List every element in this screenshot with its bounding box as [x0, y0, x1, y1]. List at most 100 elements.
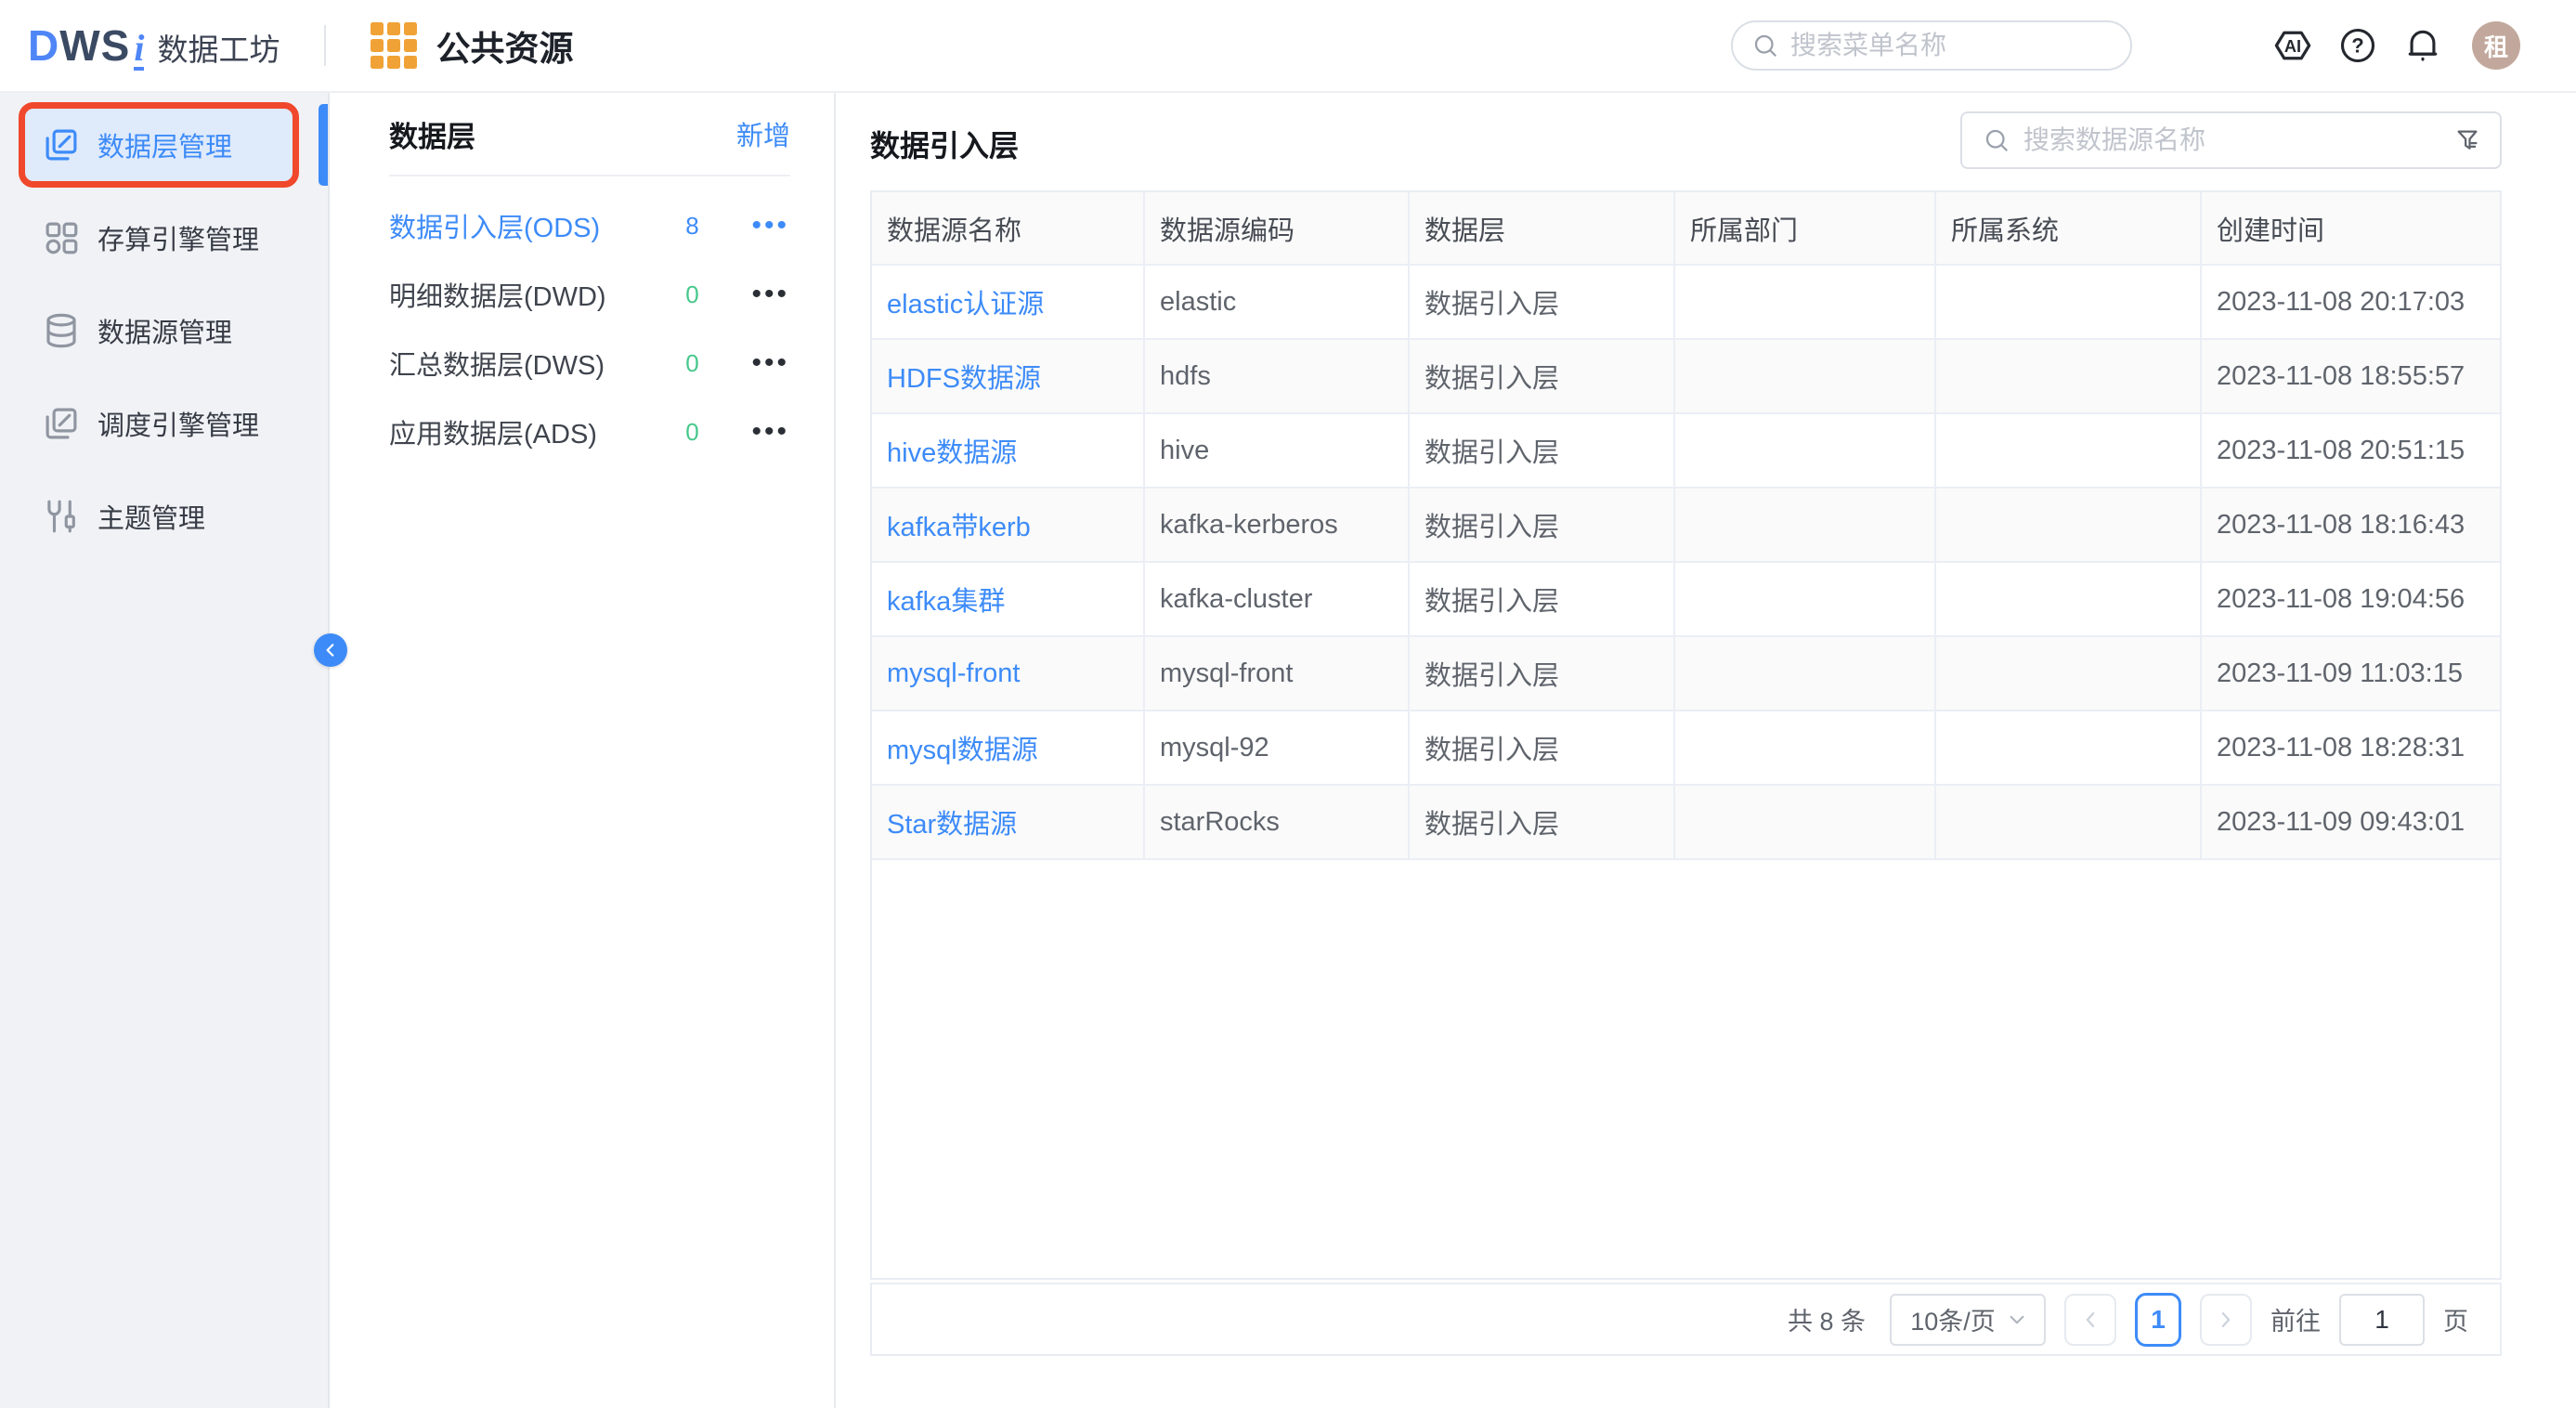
layer-item-dwd[interactable]: 明细数据层(DWD) 0 ••• — [330, 260, 834, 329]
datasource-search-input[interactable] — [2023, 125, 2453, 155]
scheduler-icon — [42, 404, 81, 443]
top-navbar: DWS i 数据工坊 公共资源 AI — [0, 0, 2576, 93]
layer-more-icon[interactable]: ••• — [751, 280, 789, 308]
datasource-name-link[interactable]: elastic认证源 — [872, 265, 1144, 339]
table-row: mysql数据源 mysql-92 数据引入层 2023-11-08 18:28… — [872, 711, 2502, 785]
filter-funnel-icon[interactable] — [2453, 126, 2481, 154]
datasource-created: 2023-11-09 11:03:15 — [2201, 636, 2502, 711]
datasource-name-link[interactable]: kafka集群 — [872, 562, 1144, 636]
datasource-name-link[interactable]: HDFS数据源 — [872, 339, 1144, 413]
sidebar-item-datasource-mgmt[interactable]: 数据源管理 — [0, 284, 328, 377]
table-header-row: 数据源名称 数据源编码 数据层 所属部门 所属系统 创建时间 — [872, 192, 2502, 265]
datasource-layer: 数据引入层 — [1409, 636, 1674, 711]
datasource-name-link[interactable]: mysql-front — [872, 636, 1144, 711]
navbar-actions: AI ? 租 — [2271, 21, 2520, 70]
table-row: HDFS数据源 hdfs 数据引入层 2023-11-08 18:55:57 — [872, 339, 2502, 413]
datasource-dept — [1674, 785, 1935, 859]
menu-search-input[interactable] — [1790, 31, 2112, 60]
datasource-dept — [1674, 711, 1935, 785]
page-title: 数据引入层 — [870, 123, 1019, 165]
datasource-created: 2023-11-08 18:28:31 — [2201, 711, 2502, 785]
column-header-dept: 所属部门 — [1674, 192, 1935, 265]
prev-page-button[interactable] — [2064, 1294, 2116, 1346]
layer-item-ads[interactable]: 应用数据层(ADS) 0 ••• — [330, 398, 834, 466]
datasource-system — [1935, 785, 2201, 859]
datasource-table: 数据源名称 数据源编码 数据层 所属部门 所属系统 创建时间 elastic认证… — [872, 192, 2502, 860]
datasource-code: kafka-cluster — [1144, 562, 1409, 636]
layer-count-badge: 0 — [671, 280, 712, 309]
notification-bell-icon[interactable] — [2401, 24, 2444, 67]
layer-count-badge: 0 — [671, 349, 712, 378]
datasource-table-container: 数据源名称 数据源编码 数据层 所属部门 所属系统 创建时间 elastic认证… — [870, 190, 2502, 1280]
page-size-select[interactable]: 10条/页 — [1890, 1294, 2046, 1346]
search-icon — [1983, 126, 2010, 154]
datasource-created: 2023-11-08 19:04:56 — [2201, 562, 2502, 636]
datasource-code: hive — [1144, 413, 1409, 488]
datasource-layer: 数据引入层 — [1409, 488, 1674, 562]
datasource-name-link[interactable]: Star数据源 — [872, 785, 1144, 859]
main-layout: 数据层管理 存算引擎管理 — [0, 93, 2576, 1408]
page-unit-label: 页 — [2443, 1301, 2468, 1337]
add-layer-button[interactable]: 新增 — [736, 114, 790, 153]
tools-icon — [42, 497, 81, 536]
page: DWS i 数据工坊 公共资源 AI — [0, 0, 2576, 1408]
datasource-system — [1935, 339, 2201, 413]
datasource-dept — [1674, 339, 1935, 413]
table-row: mysql-front mysql-front 数据引入层 2023-11-09… — [872, 636, 2502, 711]
layer-item-ods[interactable]: 数据引入层(ODS) 8 ••• — [330, 191, 834, 260]
active-indicator-bar — [319, 104, 328, 186]
goto-page-input[interactable] — [2339, 1294, 2425, 1346]
datasource-name-link[interactable]: hive数据源 — [872, 413, 1144, 488]
ai-assistant-icon[interactable]: AI — [2271, 24, 2314, 67]
layers-panel: 数据层 新增 数据引入层(ODS) 8 ••• 明细数据层(DWD) 0 •••… — [330, 93, 836, 1408]
datasource-layer: 数据引入层 — [1409, 339, 1674, 413]
layers-list: 数据引入层(ODS) 8 ••• 明细数据层(DWD) 0 ••• 汇总数据层(… — [330, 176, 834, 466]
datasource-dept — [1674, 265, 1935, 339]
datasource-search-box[interactable] — [1960, 111, 2502, 169]
logo-text: DWS — [28, 20, 130, 71]
datasource-created: 2023-11-08 20:17:03 — [2201, 265, 2502, 339]
help-icon[interactable]: ? — [2336, 24, 2379, 67]
datasource-system — [1935, 413, 2201, 488]
layers-panel-title: 数据层 — [389, 113, 736, 155]
datasource-dept — [1674, 562, 1935, 636]
svg-text:?: ? — [2351, 34, 2363, 58]
sidebar-item-theme-mgmt[interactable]: 主题管理 — [0, 470, 328, 563]
sidebar-collapse-button[interactable] — [314, 633, 347, 667]
page-number-1[interactable]: 1 — [2135, 1293, 2181, 1347]
datasource-system — [1935, 488, 2201, 562]
menu-search-box[interactable] — [1731, 20, 2132, 71]
layer-label: 明细数据层(DWD) — [389, 275, 671, 314]
brand-logo[interactable]: DWS i 数据工坊 — [28, 20, 280, 71]
datasource-name-link[interactable]: kafka带kerb — [872, 488, 1144, 562]
sidebar-item-data-layer-mgmt[interactable]: 数据层管理 — [0, 98, 328, 191]
table-row: kafka带kerb kafka-kerberos 数据引入层 2023-11-… — [872, 488, 2502, 562]
active-menu-pill[interactable]: 数据层管理 — [20, 104, 297, 186]
sidebar-item-label: 调度引擎管理 — [98, 404, 259, 443]
sidebar-item-scheduler-engine-mgmt[interactable]: 调度引擎管理 — [0, 377, 328, 470]
datasource-dept — [1674, 488, 1935, 562]
datasource-code: hdfs — [1144, 339, 1409, 413]
next-page-button[interactable] — [2200, 1294, 2252, 1346]
column-header-code: 数据源编码 — [1144, 192, 1409, 265]
layer-item-dws[interactable]: 汇总数据层(DWS) 0 ••• — [330, 329, 834, 398]
svg-text:AI: AI — [2284, 37, 2301, 56]
sidebar-nav: 数据层管理 存算引擎管理 — [0, 93, 330, 1408]
layer-label: 应用数据层(ADS) — [389, 412, 671, 451]
layer-count-badge: 8 — [671, 212, 712, 241]
datasource-code: starRocks — [1144, 785, 1409, 859]
apps-grid-icon[interactable] — [371, 22, 417, 69]
datasource-name-link[interactable]: mysql数据源 — [872, 711, 1144, 785]
datasource-panel-header: 数据引入层 — [870, 93, 2502, 190]
datasource-code: elastic — [1144, 265, 1409, 339]
components-icon — [42, 218, 81, 257]
datasource-layer: 数据引入层 — [1409, 265, 1674, 339]
user-avatar[interactable]: 租 — [2472, 21, 2520, 70]
chevron-left-icon — [2083, 1310, 2098, 1329]
layer-more-icon[interactable]: ••• — [751, 212, 789, 240]
datasource-layer: 数据引入层 — [1409, 413, 1674, 488]
layer-label: 数据引入层(ODS) — [389, 206, 671, 245]
sidebar-item-storage-engine-mgmt[interactable]: 存算引擎管理 — [0, 191, 328, 284]
layer-more-icon[interactable]: ••• — [751, 349, 789, 377]
layer-more-icon[interactable]: ••• — [751, 418, 789, 446]
